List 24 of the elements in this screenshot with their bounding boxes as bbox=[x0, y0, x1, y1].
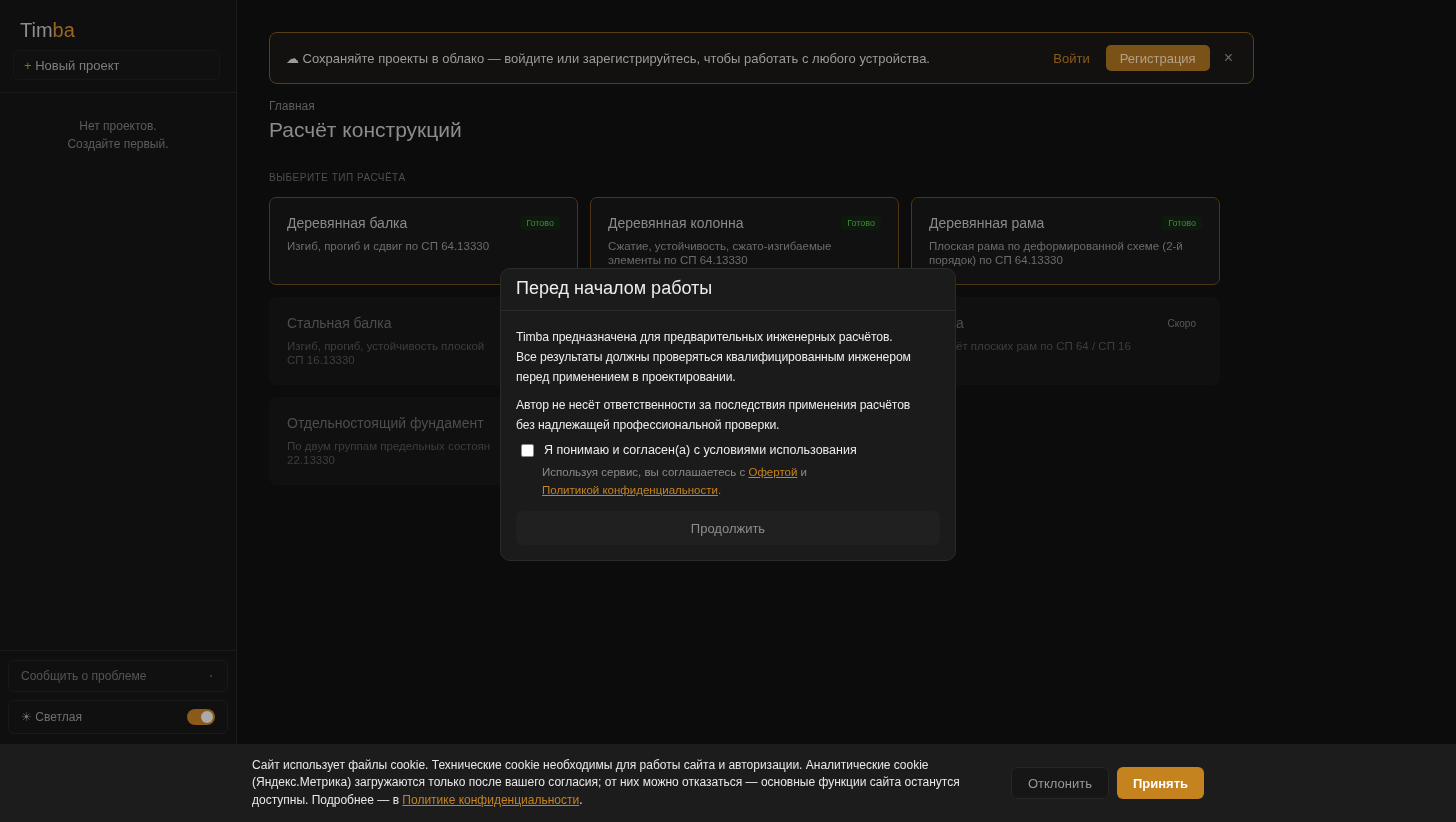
card-description: Изгиб, прогиб и сдвиг по СП 64.13330 bbox=[287, 239, 490, 253]
card-description: порядок) по СП 64.13330 bbox=[929, 253, 1063, 267]
modal-title: Перед началом работы bbox=[501, 269, 955, 311]
card-description: Сжатие, устойчивость, сжато-изгибаемые bbox=[608, 239, 832, 253]
page-title: Расчёт конструкций bbox=[269, 118, 463, 142]
plus-icon: + bbox=[24, 57, 32, 73]
banner-text: ☁ Сохраняйте проекты в облако — войдите или зарегистрируйтесь, чтобы работать с любого устройства. bbox=[286, 50, 931, 66]
card-title: Деревянная колонна bbox=[608, 215, 744, 231]
status-label: Скоро bbox=[1166, 316, 1197, 331]
card-title: Стальная балка bbox=[287, 315, 392, 331]
logo: Timba bbox=[20, 19, 75, 42]
cookie-text: Сайт использует файлы cookie. Технические cookie необходимы для работы сайта и авторизации. Аналитические cookie (Яндекс.Метрика) загружаются только после вашего согласия; от них можно отказаться — основные функции сайта останутся доступны. Подробнее — в Политике конфиденциальности. bbox=[252, 756, 961, 809]
card-title: Деревянная балка bbox=[287, 215, 408, 231]
card-description: Плоская рама по деформированной схеме (2-й bbox=[929, 239, 1183, 253]
section-label: ВЫБЕРИТЕ ТИП РАСЧЁТА bbox=[269, 172, 407, 183]
card-title: Отдельностоящий фундамент bbox=[287, 415, 484, 431]
theme-label: ☀ Светлая bbox=[21, 710, 82, 724]
status-label: Готово bbox=[520, 216, 560, 230]
status-label: Готово bbox=[841, 216, 881, 230]
card-title: Деревянная рама bbox=[929, 215, 1045, 231]
card-title: а bbox=[956, 315, 964, 331]
card-description: элементы по СП 64.13330 bbox=[608, 253, 748, 267]
status-label: Готово bbox=[1162, 216, 1202, 230]
empty-projects-text: Нет проектов. Создайте первый. bbox=[67, 118, 169, 153]
